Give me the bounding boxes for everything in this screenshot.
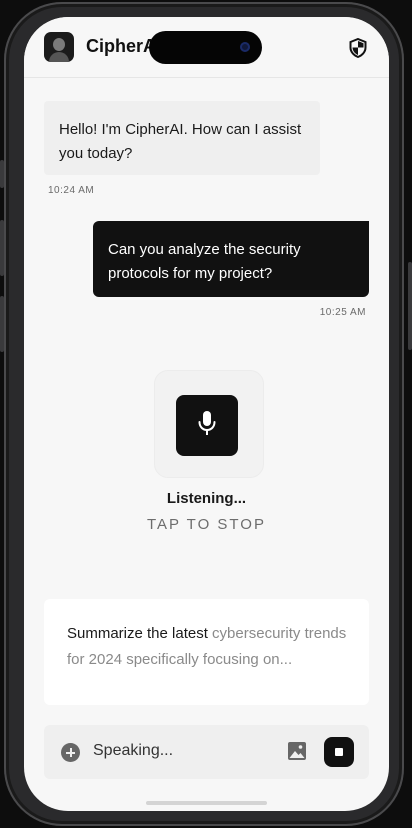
stop-button[interactable] [324, 737, 354, 767]
user-message-text: Can you analyze the security protocols f… [108, 241, 301, 282]
stop-icon [335, 748, 343, 756]
volume-down-button [0, 296, 4, 352]
microphone-icon [198, 411, 216, 435]
message-input-bar: Speaking... [44, 725, 369, 779]
ai-message-time: 10:24 AM [48, 185, 95, 196]
image-icon[interactable] [288, 742, 306, 760]
home-indicator[interactable] [146, 801, 267, 805]
power-button [408, 262, 412, 350]
ai-message-text: Hello! I'm CipherAI. How can I assist yo… [59, 121, 302, 162]
app-screen: CipherAI Hello! I'm CipherAI. How can I … [24, 17, 389, 811]
avatar[interactable] [44, 32, 74, 62]
transcript-confirmed: Summarize the latest [67, 625, 208, 642]
action-button [0, 160, 4, 188]
shield-icon[interactable] [349, 38, 367, 58]
dynamic-island [149, 31, 262, 64]
ai-message-bubble: Hello! I'm CipherAI. How can I assist yo… [44, 101, 320, 175]
transcript-text: Summarize the latest cybersecurity trend… [67, 621, 352, 673]
user-message-bubble: Can you analyze the security protocols f… [93, 221, 369, 297]
camera-icon [240, 42, 250, 52]
message-input[interactable]: Speaking... [93, 742, 173, 760]
plus-circle-icon[interactable] [61, 743, 80, 762]
tap-to-stop-hint[interactable]: TAP TO STOP [24, 516, 389, 533]
live-transcript-card: Summarize the latest cybersecurity trend… [44, 599, 369, 705]
mic-button[interactable] [176, 395, 238, 456]
volume-up-button [0, 220, 4, 276]
user-message-time: 10:25 AM [319, 307, 366, 318]
voice-status: Listening... [166, 490, 247, 507]
